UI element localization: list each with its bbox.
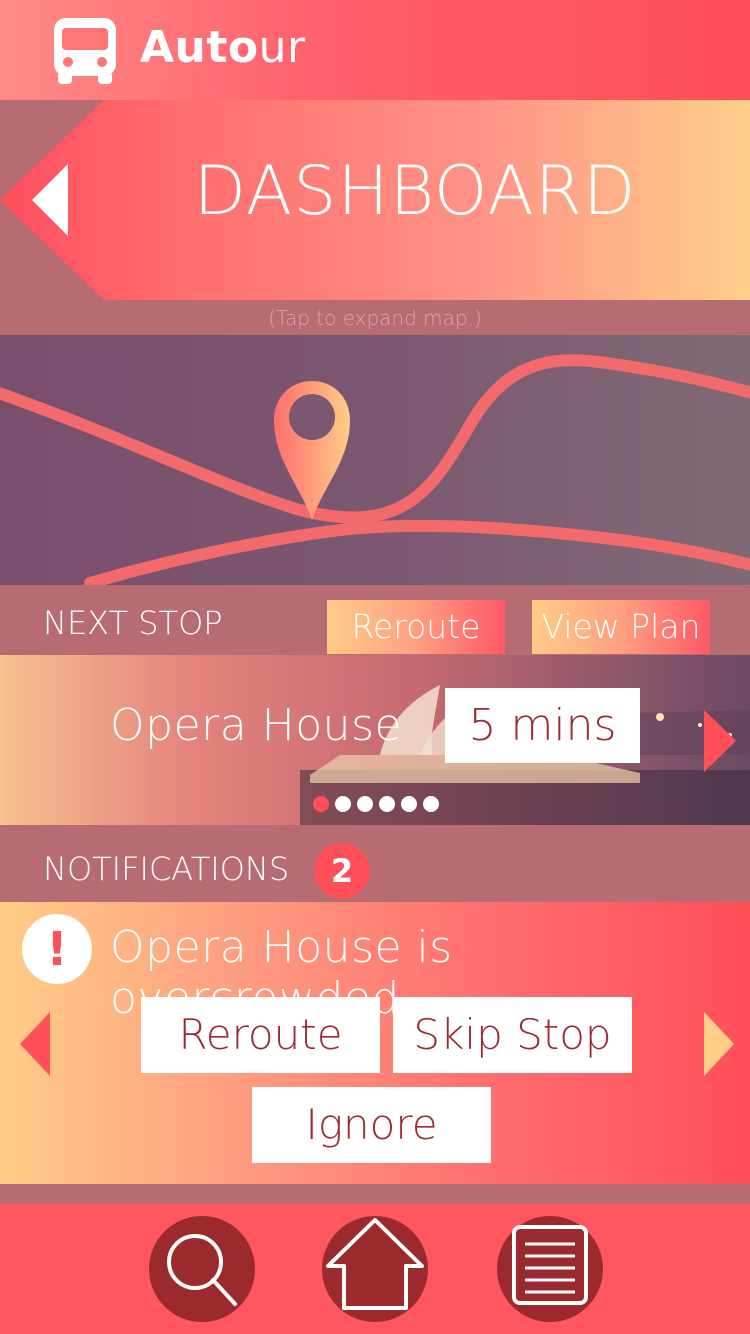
notification-count-badge: 2 bbox=[314, 843, 370, 899]
carousel-dot[interactable] bbox=[357, 796, 373, 812]
alert-icon: ! bbox=[22, 914, 92, 984]
next-arrow-icon[interactable] bbox=[704, 710, 736, 772]
route-line-1 bbox=[0, 354, 750, 524]
view-plan-button[interactable]: View Plan bbox=[532, 600, 710, 654]
next-stop-name: Opera House bbox=[110, 700, 403, 751]
skip-stop-button[interactable]: Skip Stop bbox=[393, 997, 632, 1073]
carousel-dot[interactable] bbox=[379, 796, 395, 812]
page-title: DASHBOARD bbox=[193, 152, 637, 231]
home-icon bbox=[326, 1218, 424, 1310]
app-title-bold: Auto bbox=[140, 22, 259, 73]
map-hint: (Tap to expand map.) bbox=[268, 306, 482, 330]
location-pin-icon[interactable] bbox=[274, 381, 350, 520]
ignore-button[interactable]: Ignore bbox=[252, 1087, 491, 1163]
notifications-label: NOTIFICATIONS bbox=[43, 850, 290, 888]
route-map[interactable] bbox=[0, 335, 750, 585]
reroute-action-button[interactable]: Reroute bbox=[141, 997, 380, 1073]
bus-icon bbox=[54, 18, 116, 84]
carousel-dot[interactable] bbox=[423, 796, 439, 812]
app-title: Autour bbox=[140, 22, 306, 73]
carousel-dot[interactable] bbox=[401, 796, 417, 812]
back-button[interactable] bbox=[28, 160, 76, 240]
nav-list-button[interactable] bbox=[497, 1216, 603, 1322]
eta-badge: 5 mins bbox=[445, 688, 640, 763]
carousel-dots bbox=[313, 796, 439, 812]
next-notification-arrow-icon[interactable] bbox=[704, 1012, 734, 1076]
reroute-button[interactable]: Reroute bbox=[327, 600, 505, 654]
carousel-dot[interactable] bbox=[335, 796, 351, 812]
route-map-graphic bbox=[0, 354, 750, 585]
nav-search-button[interactable] bbox=[149, 1216, 255, 1322]
app-title-light: ur bbox=[258, 22, 306, 73]
nav-home-button[interactable] bbox=[322, 1216, 428, 1322]
carousel-dot[interactable] bbox=[313, 796, 329, 812]
list-icon bbox=[512, 1225, 588, 1305]
search-icon bbox=[167, 1234, 237, 1306]
previous-arrow-icon[interactable] bbox=[20, 1012, 50, 1076]
next-stop-label: NEXT STOP bbox=[43, 604, 223, 642]
route-line-2 bbox=[84, 519, 750, 585]
